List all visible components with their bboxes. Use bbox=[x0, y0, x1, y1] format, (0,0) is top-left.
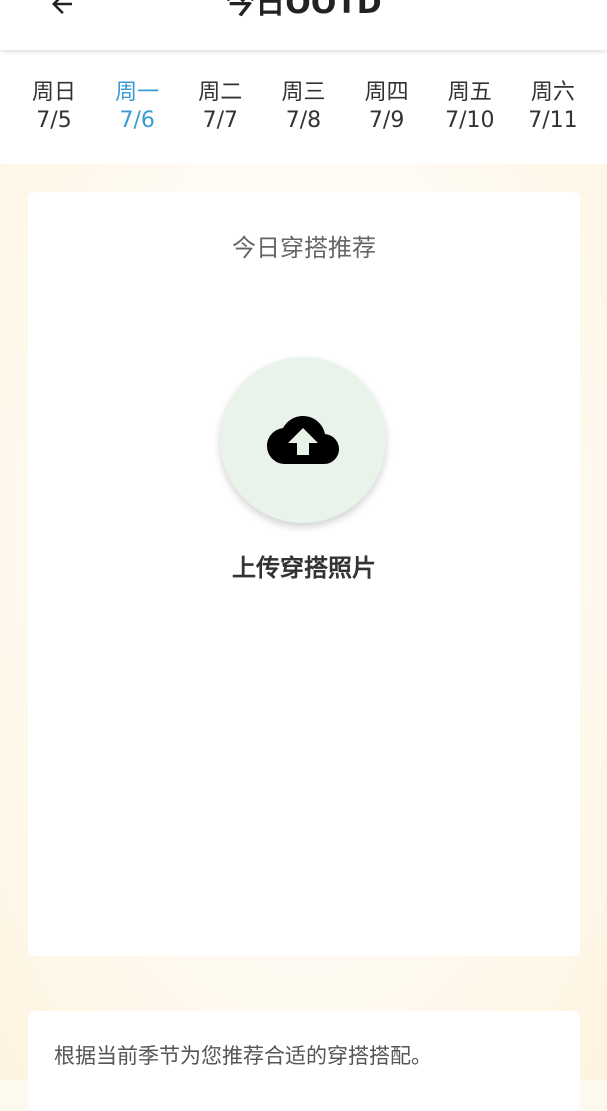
day-friday[interactable]: 周五 7/10 bbox=[442, 79, 498, 135]
day-date: 7/8 bbox=[285, 108, 322, 133]
day-monday[interactable]: 周一 7/6 bbox=[109, 79, 165, 135]
season-note-text: 根据当前季节为您推荐合适的穿搭搭配。 bbox=[54, 1044, 432, 1068]
day-wednesday[interactable]: 周三 7/8 bbox=[275, 79, 331, 135]
day-date: 7/11 bbox=[528, 108, 578, 133]
day-saturday[interactable]: 周六 7/11 bbox=[525, 79, 581, 135]
day-tuesday[interactable]: 周二 7/7 bbox=[192, 79, 248, 135]
week-selector: 周日 7/5 周一 7/6 周二 7/7 周三 7/8 周四 7/9 周五 7/… bbox=[0, 50, 607, 164]
day-name: 周三 bbox=[281, 80, 326, 105]
day-sunday[interactable]: 周日 7/5 bbox=[26, 79, 82, 135]
page-title: 今日OOTD bbox=[225, 0, 382, 21]
day-thursday[interactable]: 周四 7/9 bbox=[359, 79, 415, 135]
content-area: 今日穿搭推荐 上传穿搭照片 根据当前季节为您推荐合适的穿搭搭配。 bbox=[0, 164, 607, 1111]
cloud-upload-icon bbox=[267, 416, 339, 464]
day-name: 周二 bbox=[198, 80, 243, 105]
app-bar: 今日OOTD bbox=[0, 0, 607, 50]
outfit-recommendation-card: 今日穿搭推荐 上传穿搭照片 bbox=[28, 192, 580, 956]
day-name: 周日 bbox=[31, 80, 76, 105]
day-name: 周六 bbox=[530, 80, 575, 105]
upload-label[interactable]: 上传穿搭照片 bbox=[28, 548, 580, 583]
day-name: 周五 bbox=[447, 80, 492, 105]
day-name: 周四 bbox=[364, 80, 409, 105]
day-date: 7/5 bbox=[36, 108, 72, 133]
day-date: 7/10 bbox=[445, 108, 495, 133]
card-title: 今日穿搭推荐 bbox=[232, 234, 376, 262]
season-note-card: 根据当前季节为您推荐合适的穿搭搭配。 bbox=[28, 1011, 580, 1111]
day-date: 7/6 bbox=[119, 108, 155, 133]
day-name: 周一 bbox=[115, 80, 160, 105]
upload-photo-button[interactable] bbox=[220, 357, 386, 523]
day-date: 7/7 bbox=[202, 108, 239, 133]
day-date: 7/9 bbox=[368, 108, 405, 133]
